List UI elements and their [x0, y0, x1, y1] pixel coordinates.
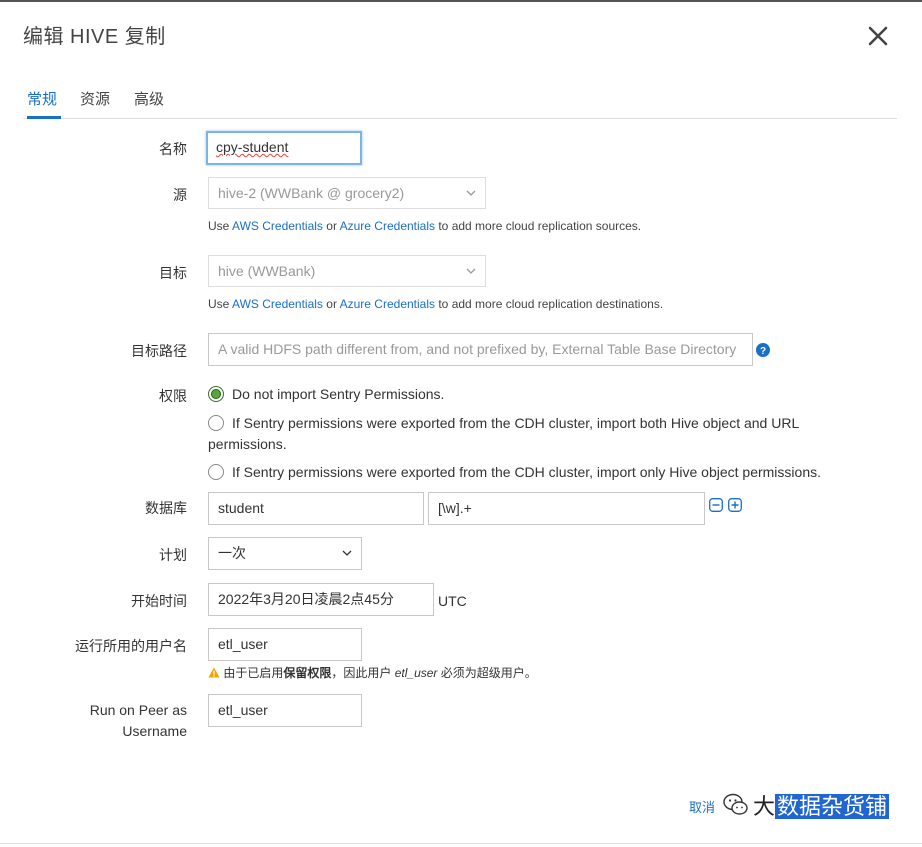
plus-icon[interactable]	[728, 498, 742, 512]
dialog-title: 编辑 HIVE 复制	[23, 26, 166, 48]
database-label: 数据库	[145, 500, 187, 516]
schedule-select[interactable]: 一次	[208, 537, 362, 570]
name-value: cpy-student	[216, 139, 289, 155]
permission-option-hive-url-line1: If Sentry permissions were exported from…	[232, 415, 800, 431]
run-on-peer-value: etl_user	[218, 702, 268, 718]
svg-text:?: ?	[760, 346, 766, 357]
watermark-text: 大数据杂货铺	[753, 794, 890, 819]
permission-option-hive-only: If Sentry permissions were exported from…	[232, 464, 821, 480]
azure-credentials-link[interactable]: Azure Credentials	[340, 219, 435, 233]
chevron-down-icon	[466, 268, 476, 274]
source-selected: hive-2 (WWBank @ grocery2)	[218, 185, 405, 201]
minus-icon[interactable]	[709, 498, 723, 512]
top-border	[0, 0, 922, 2]
run-as-label: 运行所用的用户名	[75, 638, 187, 654]
chevron-down-icon	[466, 190, 476, 196]
run-as-value: etl_user	[218, 636, 268, 652]
help-icon[interactable]: ?	[756, 343, 770, 357]
tab-bar: 常规 资源 高级	[23, 86, 897, 119]
target-label: 目标	[159, 265, 187, 281]
target-path-placeholder: A valid HDFS path different from, and no…	[218, 341, 737, 357]
tab-resources[interactable]: 资源	[80, 86, 110, 119]
footer-divider	[0, 843, 922, 844]
target-help: Use AWS Credentials or Azure Credentials…	[208, 297, 664, 311]
start-time-value: 2022年3月20日凌晨2点45分	[218, 591, 394, 607]
run-as-warning: 由于已启用保留权限，因此用户 etl_user 必须为超级用户。	[208, 664, 537, 681]
source-label: 源	[173, 187, 187, 203]
warning-icon	[208, 667, 220, 678]
run-on-peer-input[interactable]: etl_user	[208, 694, 362, 727]
permission-option-none: Do not import Sentry Permissions.	[232, 386, 445, 402]
schedule-label: 计划	[159, 547, 187, 563]
source-select[interactable]: hive-2 (WWBank @ grocery2)	[208, 177, 486, 209]
table-pattern-input[interactable]: [\w].+	[428, 492, 705, 525]
aws-credentials-link[interactable]: AWS Credentials	[232, 297, 323, 311]
run-on-peer-label-line1: Run on Peer as	[89, 702, 187, 718]
tab-advanced[interactable]: 高级	[134, 86, 164, 119]
permissions-label: 权限	[159, 388, 187, 404]
permission-radio-none[interactable]	[208, 386, 224, 402]
target-select[interactable]: hive (WWBank)	[208, 255, 486, 287]
run-as-input[interactable]: etl_user	[208, 628, 362, 661]
wechat-icon	[723, 793, 748, 815]
table-pattern-value: [\w].+	[438, 500, 472, 516]
azure-credentials-link[interactable]: Azure Credentials	[340, 297, 435, 311]
source-help: Use AWS Credentials or Azure Credentials…	[208, 219, 642, 233]
schedule-selected: 一次	[218, 545, 246, 561]
start-time-input[interactable]: 2022年3月20日凌晨2点45分	[208, 583, 434, 616]
permission-radio-hive-only[interactable]	[208, 464, 224, 480]
close-icon[interactable]	[866, 24, 890, 48]
chevron-down-icon	[342, 550, 352, 556]
name-label: 名称	[159, 141, 187, 157]
database-name-value: student	[218, 500, 264, 516]
start-time-label: 开始时间	[131, 593, 187, 609]
target-path-input[interactable]: A valid HDFS path different from, and no…	[208, 333, 753, 366]
run-on-peer-label-line2: Username	[122, 723, 187, 739]
target-selected: hive (WWBank)	[218, 263, 316, 279]
timezone-label: UTC	[438, 593, 467, 609]
target-path-label: 目标路径	[131, 343, 187, 359]
name-input[interactable]: cpy-student	[206, 131, 362, 165]
cancel-button[interactable]: 取消	[689, 797, 715, 816]
aws-credentials-link[interactable]: AWS Credentials	[232, 219, 323, 233]
tab-general[interactable]: 常规	[27, 86, 61, 119]
permission-radio-hive-url[interactable]	[208, 415, 224, 431]
permission-option-hive-url-line2: permissions.	[208, 436, 287, 452]
database-name-input[interactable]: student	[208, 492, 424, 525]
